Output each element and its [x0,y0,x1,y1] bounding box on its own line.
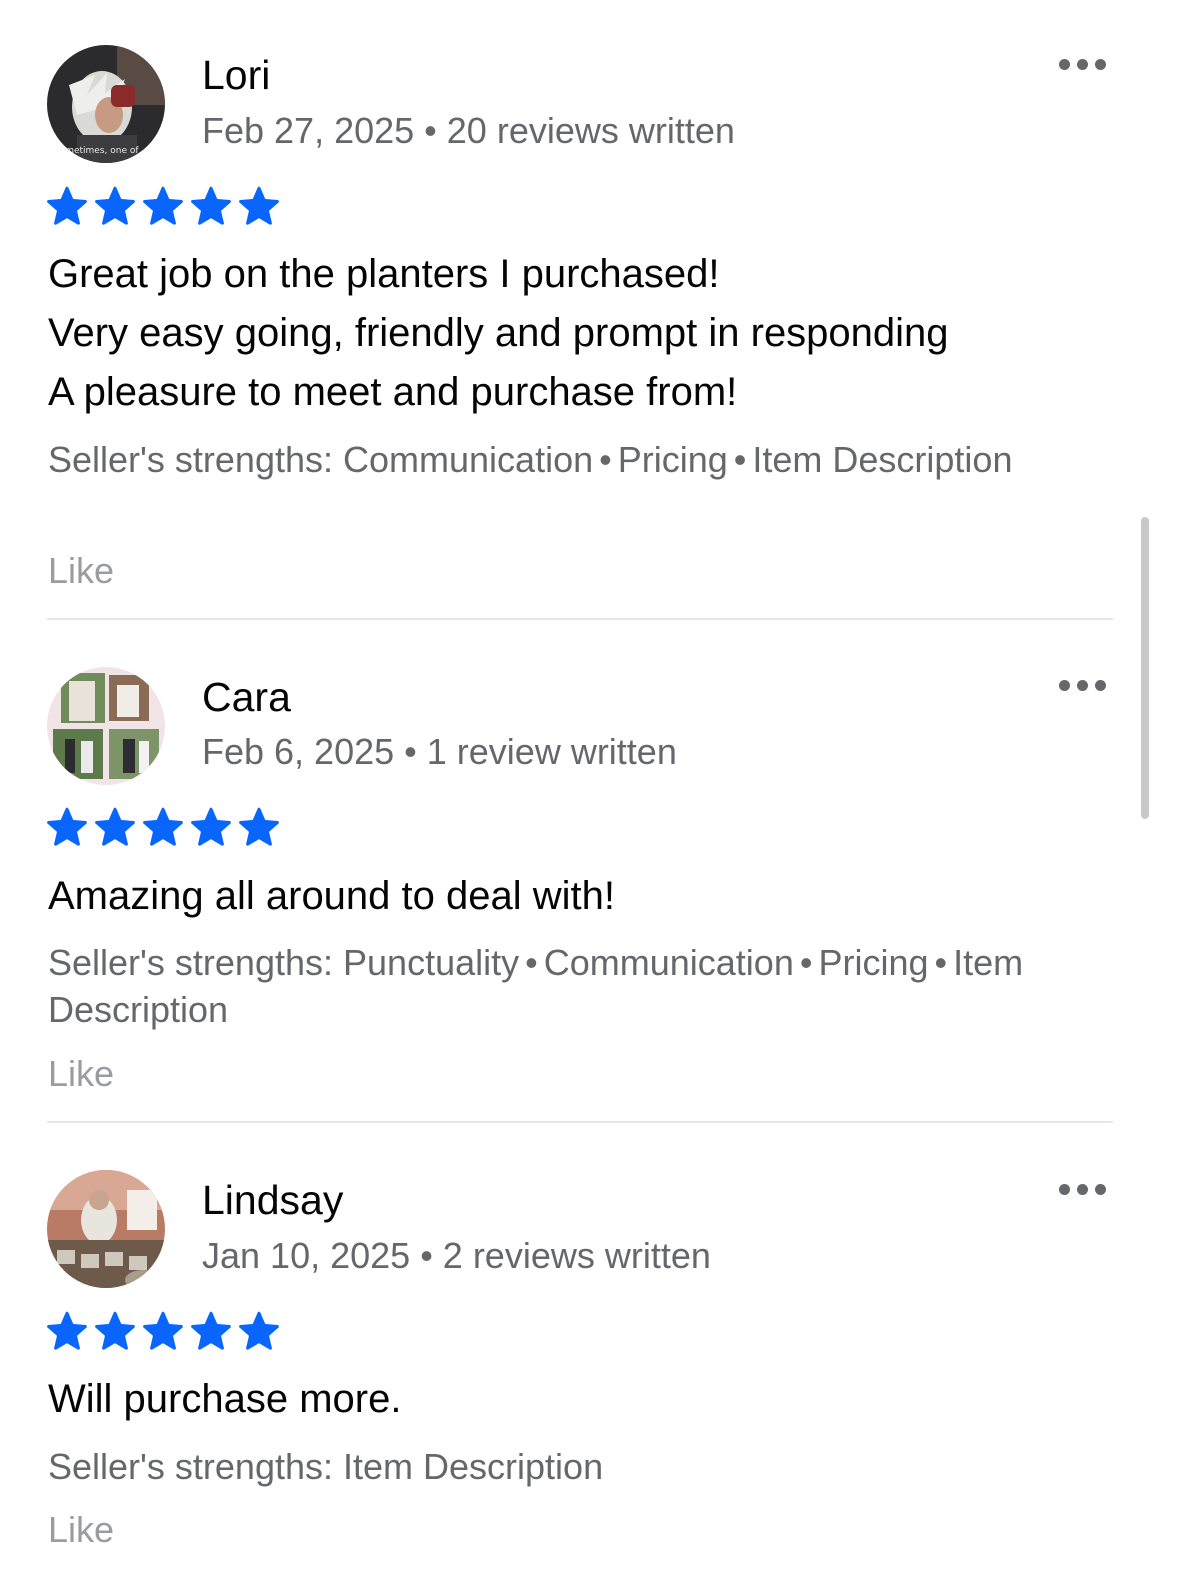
avatar-image [47,1170,165,1288]
star-icon [46,1311,88,1351]
seller-strengths: Seller's strengths: Item Description [48,1443,1118,1490]
strength-item: Pricing [818,942,929,983]
more-horizontal-icon [1095,1184,1106,1195]
review-text: Amazing all around to deal with! [48,867,1138,926]
review-meta: Feb 27, 2025 • 20 reviews written [202,109,735,153]
star-icon [46,807,88,847]
strength-item: Communication [343,439,594,480]
review-meta: Jan 10, 2025 • 2 reviews written [202,1234,711,1278]
seller-strengths: Seller's strengths: Communication • Pricin… [48,439,1013,480]
reviewer-name[interactable]: Cara [202,673,291,721]
star-icon [142,186,184,226]
review-text-line: Very easy going, friendly and prompt in … [48,311,949,355]
strength-item: Communication [543,942,794,983]
star-icon [190,807,232,847]
review-text-line: Amazing all around to deal with! [48,874,615,918]
review-text-line: Great job on the planters I purchased! [48,252,720,296]
review-date: Feb 6, 2025 [202,731,395,772]
more-horizontal-icon [1077,59,1088,70]
strengths-label: Seller's strengths: [48,942,333,983]
strengths-label: Seller's strengths: [48,439,333,480]
avatar[interactable] [47,667,165,785]
meta-separator: • [420,1235,433,1276]
more-options-button[interactable] [1056,677,1108,693]
more-horizontal-icon [1077,1184,1088,1195]
review-text-line: Will purchase more. [48,1377,402,1421]
reviewer-name[interactable]: Lindsay [202,1176,343,1224]
star-icon [46,186,88,226]
more-horizontal-icon [1077,680,1088,691]
meta-separator: • [404,731,417,772]
meta-separator: • [424,110,437,151]
avatar-image [47,667,165,785]
more-horizontal-icon [1095,680,1106,691]
like-button[interactable]: Like [48,1508,114,1552]
strengths-label: Seller's strengths: [48,1446,333,1487]
strength-item: Item Description [752,439,1013,480]
divider [47,1121,1113,1123]
more-options-button[interactable] [1056,56,1108,72]
like-button[interactable]: Like [48,1052,114,1096]
more-horizontal-icon [1059,1184,1070,1195]
more-horizontal-icon [1059,59,1070,70]
avatar[interactable] [47,1170,165,1288]
star-icon [190,186,232,226]
avatar-image: sometimes, one of [47,45,165,163]
reviews-written-count[interactable]: 2 reviews written [443,1235,711,1276]
review-date: Jan 10, 2025 [202,1235,411,1276]
seller-strengths: Seller's strengths: Punctuality • Communic… [48,942,1024,1030]
star-icon [238,186,280,226]
star-icon [94,1311,136,1351]
star-icon [142,1311,184,1351]
star-rating [46,186,280,226]
strength-item: Punctuality [343,942,520,983]
star-icon [238,1311,280,1351]
star-icon [94,186,136,226]
reviews-written-count[interactable]: 1 review written [427,731,677,772]
more-horizontal-icon [1095,59,1106,70]
star-rating [46,807,280,847]
divider [47,618,1113,620]
reviewer-name[interactable]: Lori [202,51,270,99]
star-icon [142,807,184,847]
review-text-line: A pleasure to meet and purchase from! [48,370,738,414]
star-icon [94,807,136,847]
review-text: Great job on the planters I purchased! V… [48,245,1138,422]
star-rating [46,1311,280,1351]
strength-item: Pricing [617,439,728,480]
star-icon [190,1311,232,1351]
strength-item: Item Description [343,1446,604,1487]
reviews-written-count[interactable]: 20 reviews written [447,110,735,151]
more-options-button[interactable] [1056,1181,1108,1197]
avatar[interactable]: sometimes, one of [47,45,165,163]
more-horizontal-icon [1059,680,1070,691]
scrollbar[interactable] [1141,517,1149,819]
like-button[interactable]: Like [48,549,114,593]
star-icon [238,807,280,847]
review-date: Feb 27, 2025 [202,110,415,151]
review-text: Will purchase more. [48,1370,1138,1429]
review-meta: Feb 6, 2025 • 1 review written [202,730,677,774]
avatar-caption: sometimes, one of [55,146,139,156]
